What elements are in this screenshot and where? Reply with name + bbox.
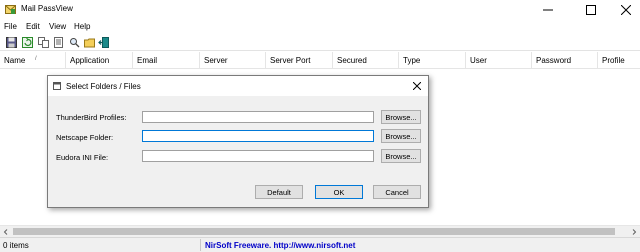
netscape-folder-label: Netscape Folder: xyxy=(56,133,114,142)
cancel-button[interactable]: Cancel xyxy=(373,185,421,199)
thunderbird-browse-button[interactable]: Browse... xyxy=(381,110,421,124)
window-title: Mail PassView xyxy=(21,4,73,13)
open-folder-icon[interactable] xyxy=(84,37,95,48)
column-header-profile[interactable]: Profile xyxy=(598,52,640,69)
close-icon xyxy=(620,5,631,15)
column-header-password[interactable]: Password xyxy=(532,52,598,69)
eudora-browse-button[interactable]: Browse... xyxy=(381,149,421,163)
item-count: 0 items xyxy=(3,241,29,250)
copy-icon[interactable] xyxy=(38,37,49,48)
column-label: Server xyxy=(204,56,228,65)
menu-view[interactable]: View xyxy=(49,22,66,31)
eudora-ini-label: Eudora INI File: xyxy=(56,153,109,162)
netscape-browse-button[interactable]: Browse... xyxy=(381,129,421,143)
dialog-title-bar: Select Folders / Files xyxy=(48,76,428,96)
refresh-icon[interactable] xyxy=(22,37,33,48)
default-button[interactable]: Default xyxy=(255,185,303,199)
thunderbird-profiles-label: ThunderBird Profiles: xyxy=(56,113,127,122)
column-header-application[interactable]: Application xyxy=(66,52,133,69)
minimize-button[interactable] xyxy=(530,0,565,20)
column-label: Secured xyxy=(337,56,367,65)
maximize-icon xyxy=(585,5,596,15)
netscape-folder-field[interactable] xyxy=(142,130,374,142)
dialog-close-button[interactable] xyxy=(410,79,424,93)
scrollbar-thumb[interactable] xyxy=(13,228,615,235)
select-folders-dialog: Select Folders / Files ThunderBird Profi… xyxy=(47,75,429,208)
column-header-server[interactable]: Server xyxy=(200,52,266,69)
app-icon xyxy=(5,5,16,14)
dialog-title: Select Folders / Files xyxy=(66,82,141,91)
toolbar xyxy=(0,34,640,51)
menu-help[interactable]: Help xyxy=(74,22,90,31)
status-bar: 0 items NirSoft Freeware. http://www.nir… xyxy=(0,237,640,252)
dialog-window-icon xyxy=(53,82,61,90)
column-header-secured[interactable]: Secured xyxy=(333,52,399,69)
column-header-server-port[interactable]: Server Port xyxy=(266,52,333,69)
column-header-email[interactable]: Email xyxy=(133,52,200,69)
title-bar: Mail PassView xyxy=(0,0,640,20)
menu-file[interactable]: File xyxy=(4,22,17,31)
column-header-type[interactable]: Type xyxy=(399,52,466,69)
menu-edit[interactable]: Edit xyxy=(26,22,40,31)
column-label: Name xyxy=(4,56,26,65)
minimize-icon xyxy=(542,9,553,11)
save-icon[interactable] xyxy=(6,37,17,48)
column-label: Server Port xyxy=(270,56,311,65)
close-button[interactable] xyxy=(608,0,640,20)
properties-icon[interactable] xyxy=(53,37,64,48)
exit-icon[interactable] xyxy=(98,37,109,48)
status-divider xyxy=(200,239,201,251)
maximize-button[interactable] xyxy=(573,0,608,20)
thunderbird-profiles-field[interactable] xyxy=(142,111,374,123)
column-label: Type xyxy=(403,56,421,65)
column-header-name[interactable]: Name / xyxy=(0,52,66,69)
menu-bar: File Edit View Help xyxy=(0,20,640,34)
column-label: Profile xyxy=(602,56,625,65)
arrow-right-icon xyxy=(632,229,637,235)
nirsoft-link[interactable]: NirSoft Freeware. http://www.nirsoft.net xyxy=(205,241,355,250)
column-header-user[interactable]: User xyxy=(466,52,532,69)
column-label: Email xyxy=(137,56,158,65)
find-icon[interactable] xyxy=(69,37,80,48)
column-label: Application xyxy=(70,56,110,65)
sort-indicator: / xyxy=(35,56,37,62)
horizontal-scrollbar[interactable] xyxy=(0,225,640,237)
column-label: Password xyxy=(536,56,572,65)
ok-button[interactable]: OK xyxy=(315,185,363,199)
eudora-ini-field[interactable] xyxy=(142,150,374,162)
column-label: User xyxy=(470,56,487,65)
list-header: Name / Application Email Server Server P… xyxy=(0,52,640,69)
arrow-left-icon xyxy=(3,229,8,235)
close-icon xyxy=(413,82,421,90)
